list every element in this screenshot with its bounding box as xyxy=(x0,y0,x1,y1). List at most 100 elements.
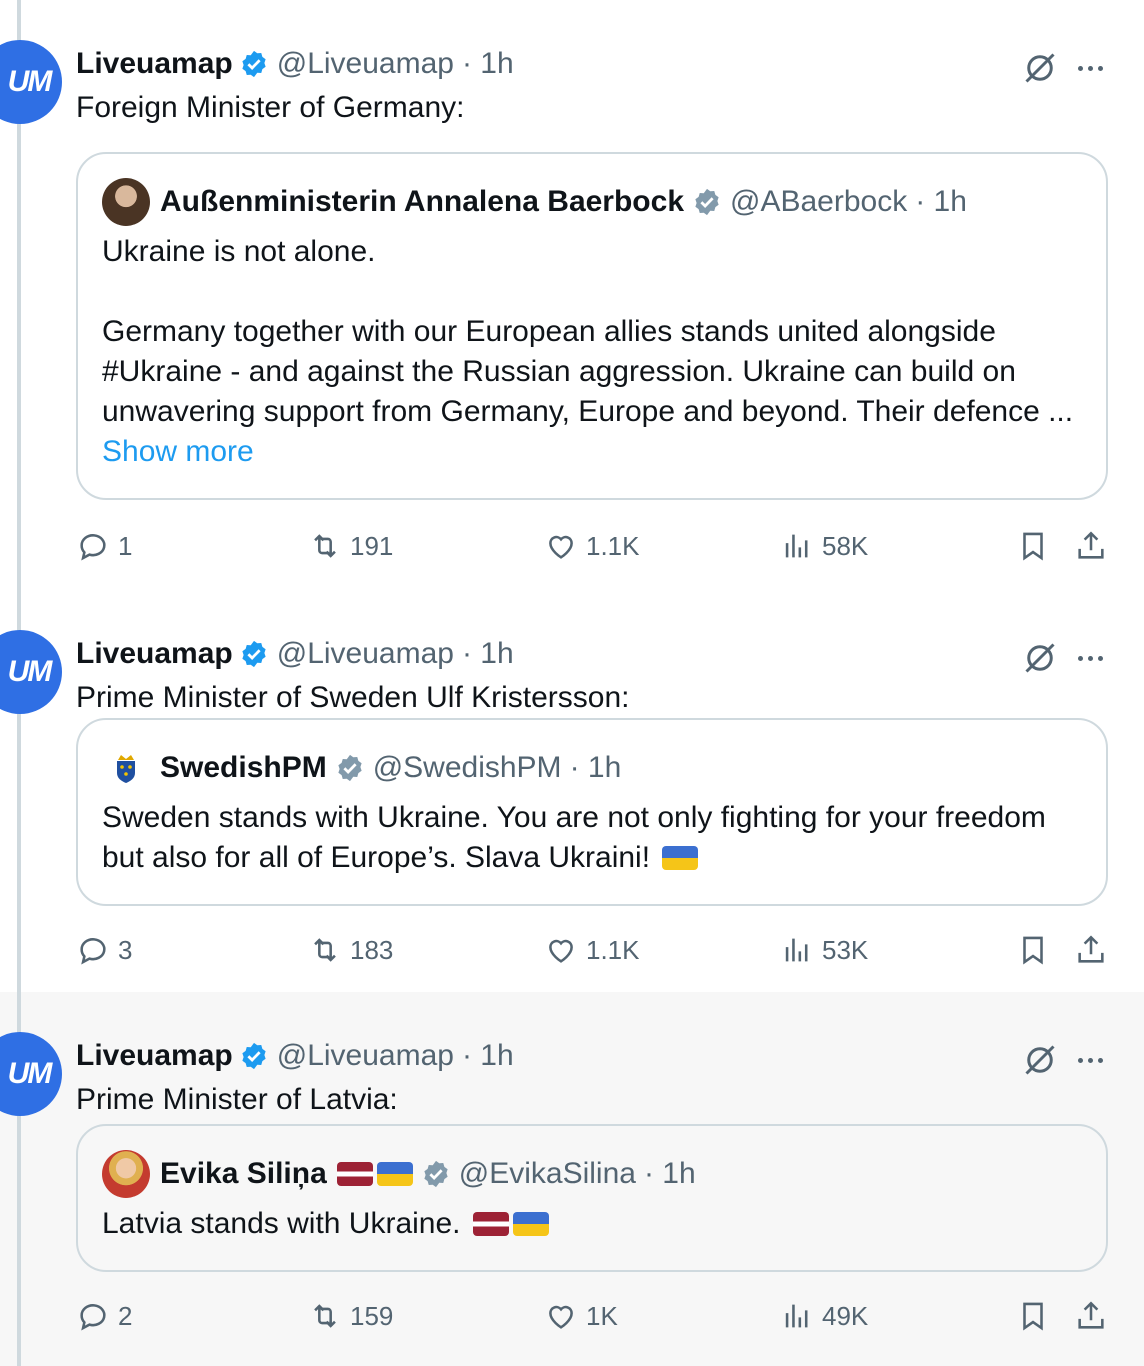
like-icon xyxy=(549,1305,573,1329)
repost-icon xyxy=(314,1304,336,1328)
tweet-2[interactable]: UM Liveuamap @Liveuamap · 1h Prime Minis… xyxy=(0,590,1144,992)
author-name[interactable]: Liveuamap xyxy=(76,637,233,671)
tweet-header: Liveuamap @Liveuamap · 1h xyxy=(76,634,514,674)
repost-button[interactable]: 191 xyxy=(308,526,393,566)
reply-count: 1 xyxy=(118,530,133,561)
author-name[interactable]: Liveuamap xyxy=(76,47,233,81)
quote-author-name[interactable]: SwedishPM xyxy=(160,751,327,785)
flag-ukraine-icon xyxy=(376,1162,413,1186)
tweet-text: Prime Minister of Latvia: xyxy=(76,1083,398,1116)
quote-line: Germany together with our European allie… xyxy=(102,315,996,348)
tweet-text: Prime Minister of Sweden Ulf Kristersson… xyxy=(76,681,630,714)
repost-button[interactable]: 159 xyxy=(308,1296,393,1336)
repost-count: 159 xyxy=(350,1300,394,1331)
avatar[interactable]: UM xyxy=(0,630,62,714)
like-count: 1K xyxy=(586,1300,618,1331)
timestamp[interactable]: · 1h xyxy=(462,1039,514,1073)
tweet-text: Foreign Minister of Germany: xyxy=(76,91,465,124)
quote-author-handle[interactable]: @ABaerbock xyxy=(730,185,907,219)
grok-icon[interactable] xyxy=(1022,640,1058,676)
quote-timestamp: · 1h xyxy=(643,1157,696,1190)
views-button[interactable]: 53K xyxy=(780,930,868,970)
flag-latvia-icon xyxy=(472,1212,509,1236)
flag-ukraine-icon xyxy=(512,1212,549,1236)
quote-header: SwedishPM @SwedishPM · 1h xyxy=(102,744,622,792)
share-icon xyxy=(1078,935,1104,963)
timestamp[interactable]: · 1h xyxy=(462,637,514,671)
quoted-tweet[interactable]: SwedishPM @SwedishPM · 1h Sweden stands … xyxy=(76,718,1108,906)
swedish-crown-emblem-icon xyxy=(117,755,135,783)
reply-button[interactable]: 3 xyxy=(76,930,132,970)
show-more-link[interactable]: Show more xyxy=(102,432,1082,472)
quote-line: Ukraine is not alone. xyxy=(102,235,376,268)
quote-author-handle[interactable]: @SwedishPM xyxy=(373,751,562,785)
quoted-tweet[interactable]: Evika Siliņa @EvikaSilina · 1h Latvia st… xyxy=(76,1124,1108,1272)
quote-line: Latvia stands with Ukraine. xyxy=(102,1207,461,1240)
flag-latvia-icon xyxy=(336,1162,373,1186)
view-count: 53K xyxy=(822,934,869,965)
quote-header: Außenministerin Annalena Baerbock @ABaer… xyxy=(102,178,967,226)
views-button[interactable]: 58K xyxy=(780,526,868,566)
like-icon xyxy=(549,939,573,963)
reply-count: 2 xyxy=(118,1300,133,1331)
quote-line: Sweden stands with Ukraine. You are not … xyxy=(102,801,1046,834)
quote-avatar[interactable] xyxy=(102,1150,150,1198)
like-button[interactable]: 1.1K xyxy=(544,930,640,970)
bookmark-button[interactable] xyxy=(1016,526,1050,566)
views-icon xyxy=(785,534,808,558)
share-button[interactable] xyxy=(1074,930,1108,970)
timestamp[interactable]: · 1h xyxy=(462,47,514,81)
share-icon xyxy=(1078,531,1104,559)
quote-author-name[interactable]: Außenministerin Annalena Baerbock xyxy=(160,185,684,219)
verified-badge-icon xyxy=(242,640,266,668)
grok-icon[interactable] xyxy=(1022,1042,1058,1078)
tweet-actions: 3 183 1.1K 53K xyxy=(76,930,1108,970)
quote-timestamp: · 1h xyxy=(569,751,622,784)
grok-icon[interactable] xyxy=(1022,50,1058,86)
tweet-actions: 2 159 1K 49K xyxy=(76,1296,1108,1336)
avatar[interactable]: UM xyxy=(0,1032,62,1116)
like-count: 1.1K xyxy=(586,934,640,965)
bookmark-icon xyxy=(1023,936,1043,965)
author-handle[interactable]: @Liveuamap xyxy=(277,637,454,671)
repost-icon xyxy=(314,938,336,962)
quote-avatar[interactable] xyxy=(102,178,150,226)
author-name[interactable]: Liveuamap xyxy=(76,1039,233,1073)
author-handle[interactable]: @Liveuamap xyxy=(277,1039,454,1073)
like-count: 1.1K xyxy=(586,530,640,561)
share-icon xyxy=(1078,1301,1104,1329)
reply-button[interactable]: 2 xyxy=(76,1296,132,1336)
tweet-1[interactable]: UM Liveuamap @Liveuamap · 1h Foreign Min… xyxy=(0,0,1144,590)
flag-ukraine-icon xyxy=(662,846,699,870)
more-icon[interactable] xyxy=(1072,1042,1108,1078)
repost-button[interactable]: 183 xyxy=(308,930,393,970)
more-icon[interactable] xyxy=(1072,640,1108,676)
tweet-header: Liveuamap @Liveuamap · 1h xyxy=(76,1036,514,1076)
quote-line-with-flag: but also for all of Europe’s. Slava Ukra… xyxy=(102,838,1082,878)
quote-author-handle[interactable]: @EvikaSilina xyxy=(459,1157,636,1191)
reply-button[interactable]: 1 xyxy=(76,526,132,566)
bookmark-icon xyxy=(1023,1302,1043,1331)
more-icon[interactable] xyxy=(1072,50,1108,86)
share-button[interactable] xyxy=(1074,1296,1108,1336)
verified-badge-icon xyxy=(242,1042,266,1070)
tweet-header: Liveuamap @Liveuamap · 1h xyxy=(76,44,514,84)
quote-author-name[interactable]: Evika Siliņa xyxy=(160,1157,327,1191)
verified-badge-icon xyxy=(242,50,266,78)
reply-icon xyxy=(80,534,106,561)
tweet-3[interactable]: UM Liveuamap @Liveuamap · 1h Prime Minis… xyxy=(0,992,1144,1366)
quote-avatar[interactable] xyxy=(102,744,150,792)
bookmark-button[interactable] xyxy=(1016,930,1050,970)
avatar[interactable]: UM xyxy=(0,40,62,124)
bookmark-icon xyxy=(1023,532,1043,561)
like-button[interactable]: 1.1K xyxy=(544,526,640,566)
quoted-tweet[interactable]: Außenministerin Annalena Baerbock @ABaer… xyxy=(76,152,1108,500)
bookmark-button[interactable] xyxy=(1016,1296,1050,1336)
verified-badge-icon xyxy=(338,754,362,782)
views-button[interactable]: 49K xyxy=(780,1296,868,1336)
author-handle[interactable]: @Liveuamap xyxy=(277,47,454,81)
share-button[interactable] xyxy=(1074,526,1108,566)
reply-count: 3 xyxy=(118,934,133,965)
repost-icon xyxy=(314,534,336,558)
like-button[interactable]: 1K xyxy=(544,1296,618,1336)
